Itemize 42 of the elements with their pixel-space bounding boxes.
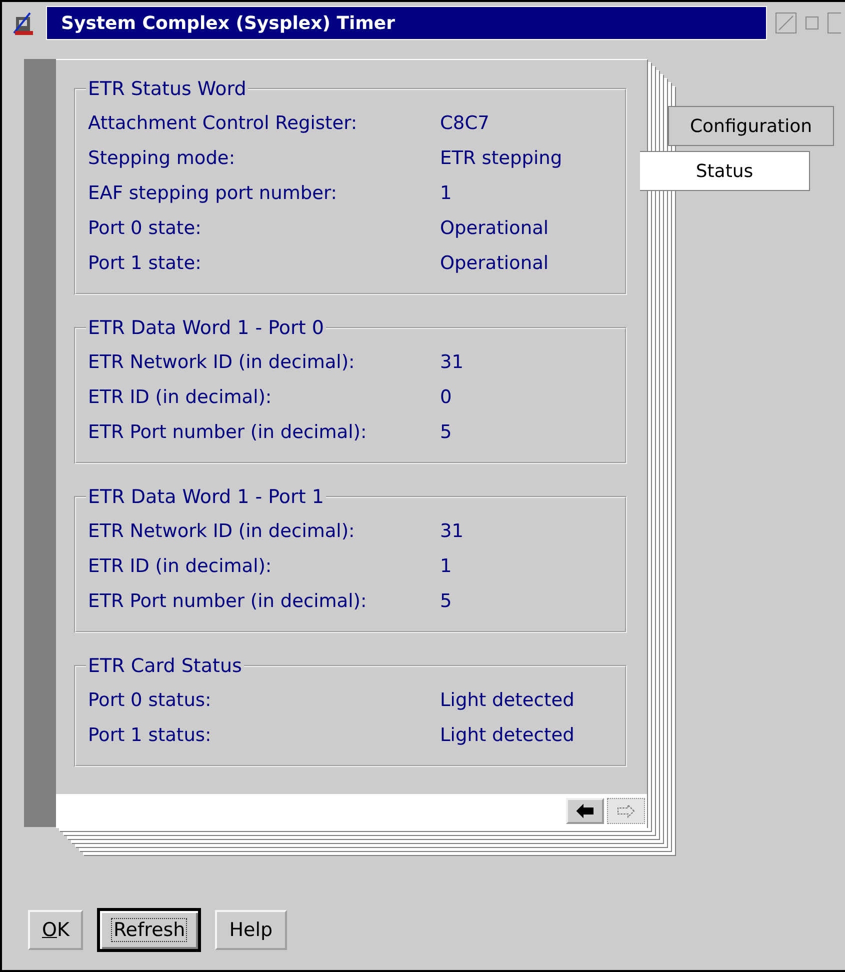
field-label: Port 1 state:	[88, 253, 202, 274]
dialog-button[interactable]: Help	[215, 910, 287, 950]
notebook-tab[interactable]: Configuration	[668, 106, 834, 146]
dialog-button[interactable]: Refresh	[97, 908, 202, 952]
field-label: ETR Port number (in decimal):	[88, 422, 368, 443]
maximize-icon[interactable]	[827, 12, 841, 34]
field-label: Port 0 state:	[88, 218, 202, 239]
restore-icon[interactable]	[805, 16, 819, 30]
field-label: EAF stepping port number:	[88, 183, 338, 204]
field-value: 1	[440, 556, 452, 577]
field-value: 5	[440, 422, 452, 443]
group-title: ETR Data Word 1 - Port 0	[87, 317, 325, 339]
field-value: 31	[440, 352, 464, 373]
group-title: ETR Card Status	[87, 655, 243, 677]
field-label: Attachment Control Register:	[88, 113, 358, 134]
field-label: Port 1 status:	[88, 725, 212, 746]
field-value: Operational	[440, 218, 549, 239]
field-label: ETR Port number (in decimal):	[88, 591, 368, 612]
left-arrow-icon	[575, 804, 595, 818]
right-arrow-icon	[616, 804, 636, 818]
group-title: ETR Data Word 1 - Port 1	[87, 486, 325, 508]
field-value: Light detected	[440, 690, 574, 711]
field-value: 5	[440, 591, 452, 612]
window-title: System Complex (Sysplex) Timer	[46, 6, 767, 40]
field-value: C8C7	[440, 113, 490, 134]
field-label: ETR Network ID (in decimal):	[88, 521, 356, 542]
field-label: ETR ID (in decimal):	[88, 387, 273, 408]
field-value: 1	[440, 183, 452, 204]
field-label: Port 0 status:	[88, 690, 212, 711]
previous-page-button[interactable]	[566, 798, 604, 824]
group-title: ETR Status Word	[87, 78, 248, 100]
dialog-button[interactable]: OK	[28, 910, 84, 950]
field-value: 0	[440, 387, 452, 408]
field-label: ETR ID (in decimal):	[88, 556, 273, 577]
field-label: Stepping mode:	[88, 148, 236, 169]
field-value: 31	[440, 521, 464, 542]
field-value: Light detected	[440, 725, 574, 746]
field-value: ETR stepping	[440, 148, 562, 169]
field-value: Operational	[440, 253, 549, 274]
field-label: ETR Network ID (in decimal):	[88, 352, 356, 373]
notebook-tab[interactable]: Status	[640, 151, 810, 191]
minimize-icon[interactable]	[775, 12, 797, 34]
